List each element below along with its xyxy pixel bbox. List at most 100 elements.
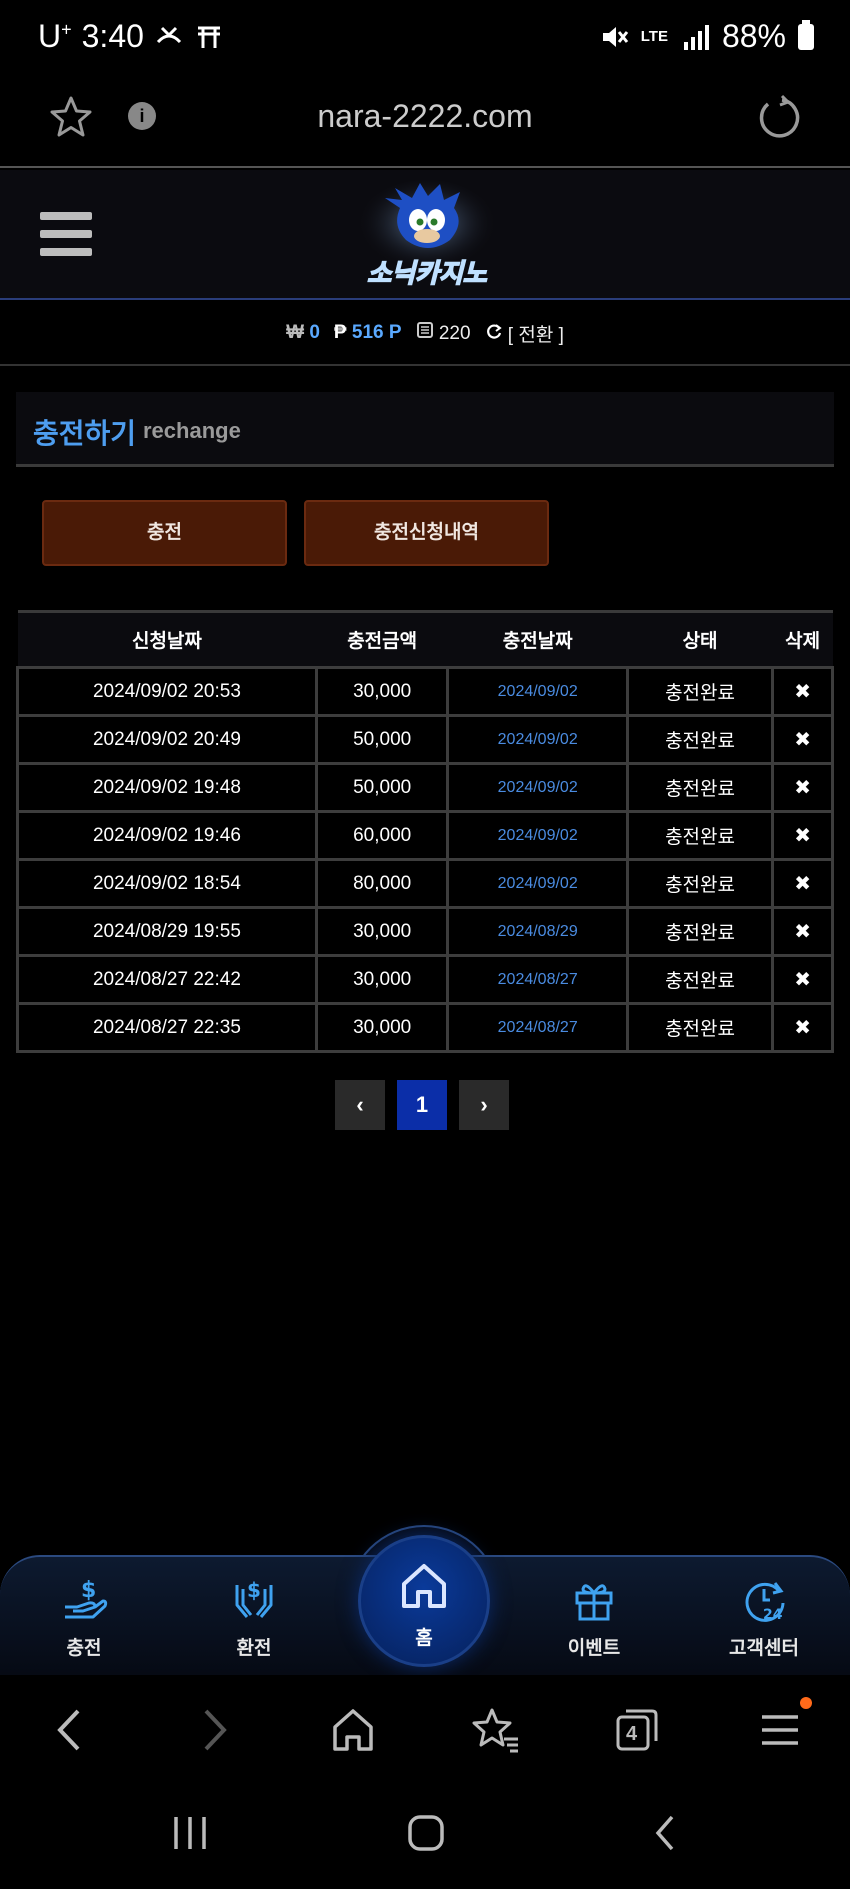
battery-icon [798,19,814,50]
browser-home-icon[interactable] [330,1705,376,1755]
gift-icon [575,1584,613,1621]
cell-requested-date: 2024/09/02 19:46 [16,810,318,861]
won-value: 0 [309,322,320,343]
cell-status: 충전완료 [625,714,775,765]
cell-requested-date: 2024/08/27 22:42 [16,954,318,1005]
forward-icon[interactable] [196,1705,232,1755]
browser-address-bar: i nara-2222.com [0,78,850,168]
page-1-button[interactable]: 1 [397,1080,447,1130]
table-row: 2024/09/02 18:54 80,000 2024/09/02 충전완료 … [16,858,834,909]
nav-charge[interactable]: $ 충전 [24,1575,144,1660]
site-header: 소닉카지노 [0,170,850,300]
tabs-button[interactable]: 4 [614,1705,660,1755]
point-symbol: ₱ [333,322,347,343]
notification-dot [800,1697,812,1709]
delete-icon[interactable]: ✖ [771,858,834,909]
balance-bar: ₩ 0 ₱ 516 P 220 [ 전환 ] [0,302,850,366]
cell-status: 충전완료 [625,762,775,813]
delete-icon[interactable]: ✖ [771,714,834,765]
svg-text:$: $ [81,1578,96,1603]
cell-requested-date: 2024/09/02 20:53 [16,666,318,717]
android-home-icon[interactable] [406,1813,446,1853]
delete-icon[interactable]: ✖ [771,810,834,861]
browser-menu-icon[interactable] [760,1705,800,1755]
url-text[interactable]: nara-2222.com [0,98,850,135]
table-row: 2024/09/02 19:46 60,000 2024/09/02 충전완료 … [16,810,834,861]
convert-button[interactable]: [ 전환 ] [485,320,564,347]
cell-charged-date: 2024/08/27 [446,1002,629,1053]
android-back-icon[interactable] [646,1813,686,1853]
nav-event[interactable]: 이벤트 [534,1575,654,1660]
cell-amount: 30,000 [314,954,450,1005]
cell-requested-date: 2024/09/02 20:49 [16,714,318,765]
table-header-row: 신청날짜 충전금액 충전날짜 상태 삭제 [17,610,833,668]
nav-support[interactable]: 24 고객센터 [704,1575,824,1660]
table-row: 2024/08/27 22:35 30,000 2024/08/27 충전완료 … [16,1002,834,1053]
next-page-button[interactable]: › [459,1080,509,1130]
point-value: 516 P [351,322,402,343]
cell-status: 충전완료 [625,666,775,717]
table-row: 2024/08/29 19:55 30,000 2024/08/29 충전완료 … [16,906,834,957]
section-header: 충전하기 rechange [16,392,834,467]
delete-icon[interactable]: ✖ [771,1002,834,1053]
svg-text:소닉카지노: 소닉카지노 [367,259,487,289]
header-charged-date: 충전날짜 [447,610,628,668]
browser-toolbar: 4 [0,1675,850,1785]
pagination: ‹ 1 › [335,1080,509,1130]
delete-icon[interactable]: ✖ [771,666,834,717]
page-title: 충전하기 [33,418,137,449]
network-type: LTE [640,27,668,45]
cell-requested-date: 2024/09/02 18:54 [16,858,318,909]
charge-history-button[interactable]: 충전신청내역 [304,500,549,566]
cell-charged-date: 2024/09/02 [446,858,629,909]
cell-amount: 50,000 [314,714,450,765]
table-row: 2024/09/02 19:48 50,000 2024/09/02 충전완료 … [16,762,834,813]
nav-home-label: 홈 [415,1628,433,1649]
chip-balance: 220 [416,321,471,345]
svg-text:24: 24 [763,1607,783,1623]
delete-icon[interactable]: ✖ [771,906,834,957]
cell-charged-date: 2024/09/02 [446,762,629,813]
cell-requested-date: 2024/08/29 19:55 [16,906,318,957]
cell-status: 충전완료 [625,1002,775,1053]
exchange-hands-icon: $ [235,1578,273,1618]
delete-icon[interactable]: ✖ [771,954,834,1005]
bookmarks-icon[interactable] [470,1705,520,1755]
back-icon[interactable] [52,1705,88,1755]
menu-bar-icon [40,230,92,238]
nav-support-label: 고객센터 [729,1638,799,1659]
battery-percent: 88% [721,18,786,54]
cell-charged-date: 2024/09/02 [446,714,629,765]
reload-icon[interactable] [756,94,802,140]
menu-bar-icon [40,212,92,220]
table-row: 2024/08/27 22:42 30,000 2024/08/27 충전완료 … [16,954,834,1005]
site-logo[interactable]: 소닉카지노 [340,178,515,293]
cell-requested-date: 2024/08/27 22:35 [16,1002,318,1053]
refresh-icon [486,323,502,339]
recent-apps-icon[interactable] [170,1813,210,1853]
cell-status: 충전완료 [625,954,775,1005]
cell-amount: 60,000 [314,810,450,861]
mute-icon [602,26,628,47]
menu-bar-icon [40,248,92,256]
signal-icon [683,24,709,50]
header-status: 상태 [627,610,773,668]
point-balance: ₱ 516 P [334,322,402,344]
page-subtitle: rechange [143,418,241,443]
header-amount: 충전금액 [316,610,448,668]
nav-home[interactable]: 홈 [358,1535,490,1667]
cell-status: 충전완료 [625,906,775,957]
nav-exchange[interactable]: $ 환전 [194,1575,314,1660]
prev-page-button[interactable]: ‹ [335,1080,385,1130]
charge-history-table: 신청날짜 충전금액 충전날짜 상태 삭제 2024/09/02 20:53 30… [16,610,834,1053]
cell-charged-date: 2024/09/02 [446,810,629,861]
won-symbol: ₩ [286,322,305,343]
menu-button[interactable] [40,212,92,256]
cell-amount: 80,000 [314,858,450,909]
charge-button[interactable]: 충전 [42,500,287,566]
cell-status: 충전완료 [625,858,775,909]
cell-charged-date: 2024/08/29 [446,906,629,957]
tabs-count: 4 [626,1723,638,1745]
cell-charged-date: 2024/09/02 [446,666,629,717]
delete-icon[interactable]: ✖ [771,762,834,813]
